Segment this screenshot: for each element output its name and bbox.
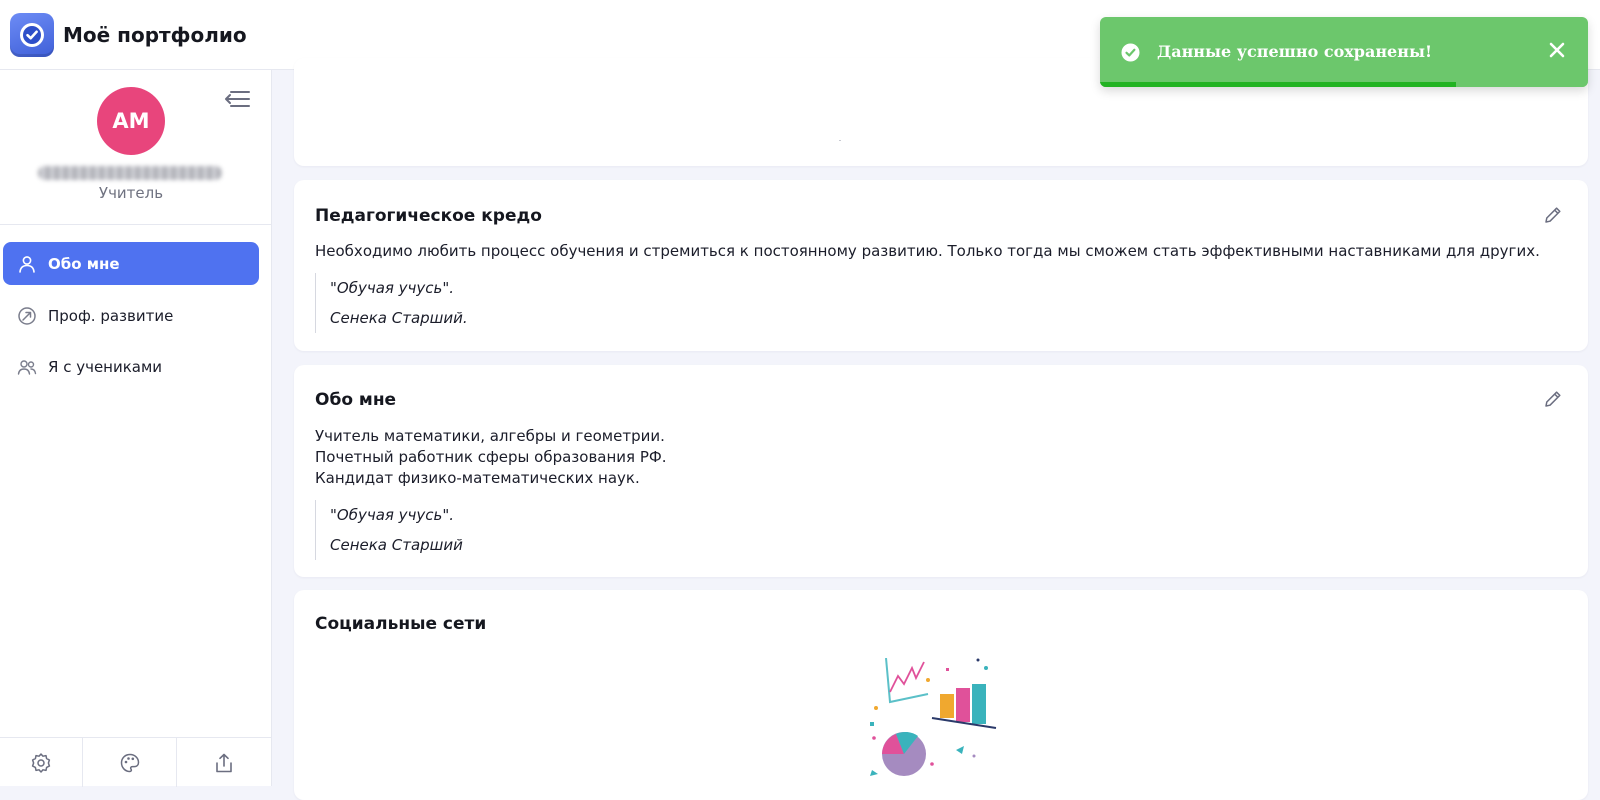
- about-quote: "Обучая учусь". Сенека Старший: [315, 500, 463, 560]
- dot: [839, 140, 841, 141]
- app-logo[interactable]: [10, 12, 54, 57]
- empty-state-illustration: [870, 658, 997, 776]
- card-title: Социальные сети: [315, 614, 487, 634]
- sidebar: AM Учитель Обо мне Проф. развитие Я с уч…: [0, 70, 272, 787]
- user-icon: [17, 254, 37, 274]
- edit-about-button[interactable]: [1542, 388, 1564, 410]
- users-icon: [17, 357, 37, 377]
- collapse-sidebar-button[interactable]: [222, 88, 252, 110]
- palette-icon: [120, 753, 139, 772]
- share-button[interactable]: [177, 738, 271, 787]
- app-title: Моё портфолио: [63, 22, 247, 47]
- pencil-icon: [1545, 391, 1561, 407]
- about-line: Кандидат физико-математических наук.: [315, 469, 640, 487]
- share-icon: [216, 753, 232, 772]
- card-title: Обо мне: [315, 390, 397, 410]
- pencil-icon: [1545, 207, 1561, 223]
- success-toast: Данные успешно сохранены!: [1100, 17, 1588, 87]
- toast-progress-bar: [1100, 82, 1457, 87]
- growth-icon: [17, 306, 37, 326]
- check-circle-logo-icon: [20, 22, 44, 47]
- quote-author: Сенека Старший: [330, 536, 463, 554]
- avatar[interactable]: AM: [97, 87, 165, 155]
- about-line: Почетный работник сферы образования РФ.: [315, 448, 667, 466]
- sidebar-item-label: Проф. развитие: [48, 306, 174, 325]
- edit-credo-button[interactable]: [1542, 204, 1564, 226]
- user-name-blurred: [38, 166, 222, 180]
- user-role: Учитель: [98, 184, 164, 202]
- toast-message: Данные успешно сохранены!: [1157, 42, 1432, 61]
- sidebar-item-about[interactable]: Обо мне: [3, 242, 259, 285]
- quote-text: "Обучая учусь".: [330, 506, 455, 524]
- social-card: Социальные сети: [294, 590, 1588, 800]
- check-circle-icon: [1121, 43, 1140, 62]
- quote-author: Сенека Старший.: [330, 309, 468, 327]
- sidebar-item-prof-development[interactable]: Проф. развитие: [3, 294, 259, 337]
- credo-text: Необходимо любить процесс обучения и стр…: [315, 242, 1540, 260]
- close-icon: [1549, 42, 1565, 58]
- sidebar-item-with-students[interactable]: Я с учениками: [3, 345, 259, 388]
- credo-card: Педагогическое кредо Необходимо любить п…: [294, 180, 1588, 351]
- settings-icon: [31, 752, 51, 773]
- about-card: Обо мне Учитель математики, алгебры и ге…: [294, 365, 1588, 577]
- collapse-menu-icon: [225, 91, 250, 107]
- credo-quote: "Обучая учусь". Сенека Старший.: [315, 273, 468, 333]
- theme-button[interactable]: [83, 738, 177, 787]
- sidebar-divider: [0, 224, 271, 225]
- toast-progress-track: [1100, 82, 1588, 87]
- about-text: Учитель математики, алгебры и геометрии.…: [315, 426, 667, 489]
- toast-close-button[interactable]: [1547, 40, 1567, 60]
- about-line: Учитель математики, алгебры и геометрии.: [315, 427, 665, 445]
- sidebar-item-label: Обо мне: [48, 254, 120, 273]
- card-title: Педагогическое кредо: [315, 206, 542, 226]
- sidebar-bottom-toolbar: [0, 737, 271, 787]
- quote-text: "Обучая учусь".: [330, 279, 455, 297]
- settings-button[interactable]: [0, 738, 83, 787]
- sidebar-item-label: Я с учениками: [48, 357, 163, 376]
